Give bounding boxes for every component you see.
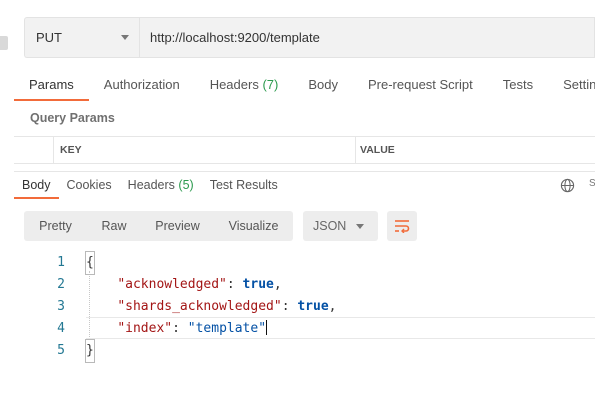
json-comma: ,: [273, 277, 282, 292]
json-comma: ,: [328, 299, 337, 314]
tab-pre-request-script[interactable]: Pre-request Script: [353, 71, 488, 101]
code-text: "shards_acknowledged": true,: [86, 296, 336, 318]
value-column-header: VALUE: [360, 144, 395, 156]
code-line: 5 }: [0, 339, 595, 363]
query-params-title: Query Params: [30, 111, 115, 125]
tab-label: Test Results: [209, 178, 278, 192]
tab-label: Headers: [209, 77, 259, 92]
method-select[interactable]: PUT: [24, 17, 139, 58]
response-tab-body[interactable]: Body: [14, 175, 59, 199]
method-label: PUT: [36, 30, 62, 45]
visualize-button[interactable]: Visualize: [214, 211, 293, 241]
format-select[interactable]: JSON: [303, 211, 378, 241]
tab-settings[interactable]: Setting: [548, 71, 595, 101]
key-column-header: KEY: [54, 137, 356, 163]
tab-tests[interactable]: Tests: [488, 71, 548, 101]
json-value: true: [242, 277, 274, 292]
tab-headers[interactable]: Headers (7): [195, 71, 294, 101]
tab-label: Authorization: [103, 77, 180, 92]
line-number: 2: [57, 277, 65, 292]
code-line: 3 "shards_acknowledged": true,: [0, 296, 595, 318]
tab-label: Body: [308, 77, 338, 92]
request-tabs: Params Authorization Headers (7) Body Pr…: [14, 71, 595, 101]
json-value: "template": [187, 321, 267, 336]
headers-count: (7): [262, 77, 279, 92]
json-separator: :: [172, 321, 188, 336]
chevron-down-icon: [356, 223, 364, 229]
json-key: "acknowledged": [117, 277, 227, 292]
text-cursor: [266, 320, 268, 335]
view-mode-group: Pretty Raw Preview Visualize: [24, 211, 293, 241]
close-brace: }: [85, 339, 95, 363]
code-line: 2 "acknowledged": true,: [0, 274, 595, 296]
line-number: 4: [57, 321, 65, 336]
sidebar-collapse-handle[interactable]: [0, 36, 8, 50]
tab-label: Headers: [127, 178, 175, 192]
response-tab-cookies[interactable]: Cookies: [59, 175, 120, 199]
code-text: "index": "template": [86, 318, 268, 340]
line-number: 5: [57, 343, 65, 358]
json-separator: :: [226, 277, 243, 292]
tab-authorization[interactable]: Authorization: [89, 71, 195, 101]
tab-label: Body: [22, 178, 51, 192]
line-number: 1: [57, 255, 65, 270]
url-input[interactable]: http://localhost:9200/template: [139, 17, 595, 58]
tab-label: Tests: [502, 77, 534, 92]
preview-button[interactable]: Preview: [141, 211, 214, 241]
tab-label: Params: [29, 77, 74, 92]
request-bar: PUT http://localhost:9200/template: [24, 17, 595, 58]
tab-body[interactable]: Body: [293, 71, 353, 101]
response-status-truncated: S: [589, 178, 595, 189]
response-tab-headers[interactable]: Headers (5): [120, 175, 202, 199]
code-text: "acknowledged": true,: [86, 274, 282, 296]
response-divider: [14, 171, 595, 172]
raw-button[interactable]: Raw: [87, 211, 141, 241]
code-line: 1 {: [0, 251, 595, 275]
json-key: "index": [117, 321, 173, 336]
json-separator: :: [281, 299, 298, 314]
json-value: true: [297, 299, 329, 314]
checkbox-column: [14, 137, 54, 163]
json-key: "shards_acknowledged": [117, 299, 282, 314]
chevron-down-icon: [121, 35, 129, 40]
response-tab-test-results[interactable]: Test Results: [202, 175, 286, 199]
wrap-lines-icon: [395, 220, 410, 233]
wrap-lines-button[interactable]: [387, 211, 417, 241]
line-number: 3: [57, 299, 65, 314]
response-headers-count: (5): [178, 178, 194, 192]
pretty-button[interactable]: Pretty: [24, 211, 87, 241]
open-brace: {: [85, 251, 95, 275]
format-label: JSON: [313, 219, 347, 233]
code-line: 4 "index": "template": [0, 318, 595, 340]
response-tabs: Body Cookies Headers (5) Test Results: [14, 175, 286, 199]
tab-params[interactable]: Params: [14, 71, 89, 101]
tab-label: Cookies: [66, 178, 112, 192]
query-params-table: KEY VALUE: [14, 136, 595, 164]
tab-label: Setting: [563, 77, 595, 92]
tab-label: Pre-request Script: [367, 77, 473, 92]
globe-icon[interactable]: [560, 178, 575, 193]
